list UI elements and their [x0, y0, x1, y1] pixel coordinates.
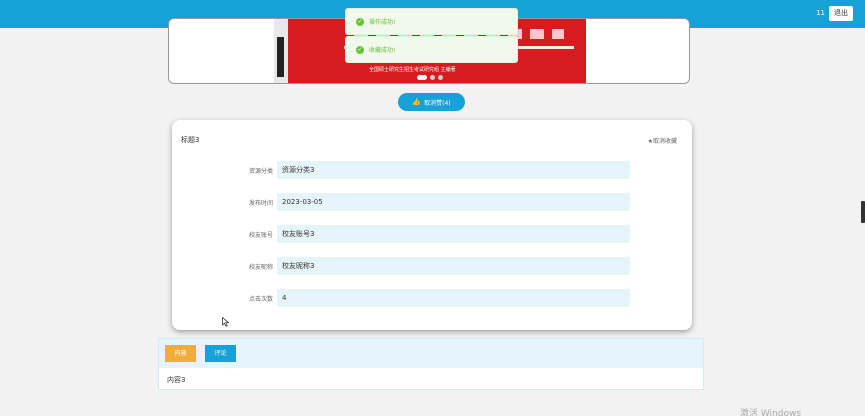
field-label: 点击次数 [248, 296, 273, 303]
tabs-panel: 内容 评论 内容3 [158, 338, 704, 390]
tab-comment[interactable]: 评论 [205, 345, 236, 362]
field-label: 校友昵称 [248, 264, 273, 271]
field-value: 4 [277, 289, 630, 307]
field-value: 校友昵称3 [277, 257, 630, 275]
unlike-label: 取消赞(4) [424, 99, 451, 107]
username-label: 11 [816, 9, 825, 17]
detail-card: 标题3 ★取消收藏 资源分类 资源分类3 发布时间 2023-03-05 校友账… [172, 120, 692, 330]
toast-favorite-success: ✓ 收藏成功! [345, 36, 518, 63]
mouse-cursor-icon [222, 317, 230, 327]
field-value: 2023-03-05 [277, 193, 630, 211]
carousel-dot-3[interactable] [438, 75, 443, 80]
tab-bar: 内容 评论 [159, 339, 703, 368]
field-value: 校友账号3 [277, 225, 630, 243]
scrollbar-thumb[interactable] [861, 201, 865, 223]
logout-button[interactable]: 退出 [829, 6, 853, 21]
field-publish-time: 发布时间 2023-03-05 [232, 193, 632, 211]
field-click-count: 点击次数 4 [232, 289, 632, 307]
field-alumni-account: 校友账号 校友账号3 [232, 225, 632, 243]
field-alumni-nickname: 校友昵称 校友昵称3 [232, 257, 632, 275]
carousel-indicators [417, 75, 443, 80]
windows-activation-watermark: 激活 Windows [740, 409, 802, 416]
field-label: 校友账号 [248, 232, 273, 239]
field-label: 发布时间 [248, 200, 273, 207]
thumbs-up-icon: 👍 [412, 98, 422, 106]
unfavorite-button[interactable]: ★取消收藏 [648, 136, 677, 145]
poster-publisher-text: 全国硕士研究生招生考试研究组 主编著 [369, 67, 456, 73]
tab-content[interactable]: 内容 [165, 345, 196, 362]
detail-title: 标题3 [181, 136, 200, 144]
carousel-dot-2[interactable] [430, 75, 435, 80]
tab-content-text: 内容3 [167, 376, 186, 384]
carousel-dot-1[interactable] [417, 75, 427, 80]
unlike-button[interactable]: 👍 取消赞(4) [398, 93, 465, 111]
check-circle-icon: ✓ [356, 17, 364, 26]
check-circle-icon: ✓ [356, 45, 364, 54]
field-value: 资源分类3 [277, 161, 630, 179]
field-label: 资源分类 [248, 168, 273, 175]
toast-operation-success: ✓ 操作成功! [345, 8, 518, 35]
toast-text: 操作成功! [369, 19, 396, 26]
toast-text: 收藏成功! [369, 47, 396, 54]
field-category: 资源分类 资源分类3 [232, 161, 632, 179]
